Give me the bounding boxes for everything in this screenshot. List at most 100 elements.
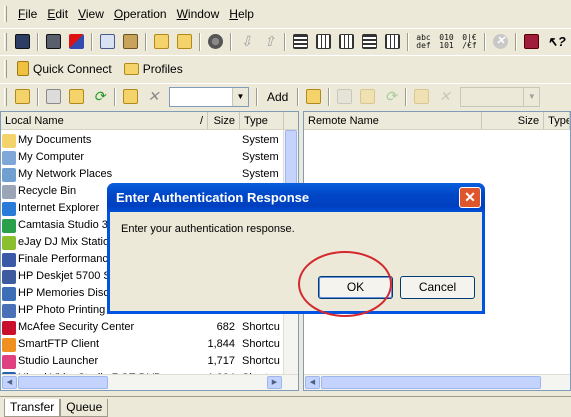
local-size-column-header[interactable]: Size — [208, 112, 240, 129]
row-name: My Computer — [18, 151, 85, 163]
remote-up-folder-button[interactable] — [302, 86, 325, 108]
remote-type-column-header[interactable]: Type — [544, 112, 570, 129]
ok-button[interactable]: OK — [318, 276, 393, 299]
local-delete-button[interactable]: ✕ — [142, 86, 165, 108]
local-refresh-button[interactable]: ⟳ — [88, 86, 111, 108]
remote-horizontal-scrollbar[interactable]: ◀ — [304, 374, 570, 390]
ascii-mode-button[interactable]: abc def — [412, 31, 435, 53]
details-view-button[interactable] — [358, 31, 381, 53]
arrow-up-icon: ⇧ — [263, 33, 276, 49]
gear-icon — [208, 34, 223, 49]
home-icon — [46, 89, 61, 104]
file-icon — [2, 286, 16, 301]
save-button[interactable] — [11, 31, 34, 53]
file-icon — [2, 235, 16, 250]
toolbar-separator — [91, 32, 93, 51]
tab-transfer[interactable]: Transfer — [4, 399, 61, 417]
remote-name-column-header[interactable]: Remote Name — [304, 112, 482, 129]
row-type: System — [242, 151, 279, 163]
local-horizontal-scrollbar[interactable]: ◀ ▶ — [1, 374, 298, 390]
toolbar-grip — [4, 59, 7, 78]
scroll-thumb[interactable] — [18, 376, 108, 389]
cut-button[interactable] — [65, 31, 88, 53]
local-folder-button[interactable] — [65, 86, 88, 108]
toolbar-separator — [37, 87, 39, 106]
disk-button[interactable] — [42, 31, 65, 53]
menu-edit[interactable]: Edit — [42, 5, 73, 23]
profiles-button[interactable]: Profiles — [118, 58, 189, 80]
download-button[interactable]: ⇩ — [235, 31, 258, 53]
menu-view[interactable]: View — [73, 5, 109, 23]
table-row[interactable]: My Network Places System — [1, 166, 287, 183]
list-view-button[interactable] — [381, 31, 404, 53]
settings-button[interactable] — [204, 31, 227, 53]
file-icon — [2, 201, 16, 216]
new-folder-icon — [123, 89, 138, 104]
file-icon — [2, 218, 16, 233]
tree-view-button[interactable] — [335, 31, 358, 53]
local-path-dropdown[interactable]: ▼ — [169, 86, 249, 107]
book-icon — [524, 34, 539, 49]
menu-operation[interactable]: Operation — [109, 5, 172, 23]
close-button[interactable]: ✕ — [459, 187, 481, 208]
row-name-cell: SmartFTP Client — [1, 336, 207, 353]
binary-mode-button[interactable]: 010 101 — [435, 31, 458, 53]
paste-icon — [123, 34, 138, 49]
copy-button[interactable] — [96, 31, 119, 53]
new-folder-icon — [414, 89, 430, 104]
table-row[interactable]: My Documents System — [1, 132, 287, 149]
list-view-icon — [385, 34, 400, 49]
local-home-button[interactable] — [42, 86, 65, 108]
row-name: eJay DJ Mix Station — [18, 236, 116, 248]
remote-path-dropdown[interactable]: ▼ — [460, 86, 541, 107]
small-icons-icon — [316, 34, 331, 49]
upload-button[interactable]: ⇧ — [258, 31, 281, 53]
menu-window[interactable]: Window — [172, 5, 225, 23]
remote-refresh-button[interactable]: ⟳ — [379, 86, 402, 108]
remote-home-button[interactable] — [333, 86, 356, 108]
quick-connect-button[interactable]: Quick Connect — [11, 58, 118, 80]
local-type-column-header[interactable]: Type — [240, 112, 284, 129]
large-icons-button[interactable] — [289, 31, 312, 53]
edit-folder-button[interactable] — [173, 31, 196, 53]
local-new-folder-button[interactable] — [119, 86, 142, 108]
menu-bar: File Edit View Operation Window Help — [0, 4, 571, 24]
dialog-title-bar[interactable]: Enter Authentication Response ✕ — [107, 183, 485, 212]
scroll-left-button[interactable]: ◀ — [2, 376, 17, 389]
remote-folder-button[interactable] — [356, 86, 379, 108]
small-icons-button[interactable] — [312, 31, 335, 53]
file-icon — [2, 320, 16, 335]
cancel-button[interactable]: Cancel — [400, 276, 475, 299]
menu-help[interactable]: Help — [224, 5, 259, 23]
toolbar-separator — [407, 32, 409, 51]
scroll-right-button[interactable]: ▶ — [267, 376, 282, 389]
auto-mode-button[interactable]: 0|€ /€f — [458, 31, 481, 53]
sort-indicator: / — [199, 115, 203, 127]
scroll-left-button[interactable]: ◀ — [305, 376, 320, 389]
local-up-folder-button[interactable] — [11, 86, 34, 108]
table-row[interactable]: McAfee Security Center 682 Shortcu — [1, 319, 287, 336]
row-name-cell: My Network Places — [1, 166, 207, 183]
table-row[interactable]: SmartFTP Client 1,844 Shortcu — [1, 336, 287, 353]
row-name: SmartFTP Client — [18, 338, 100, 350]
row-name: My Documents — [18, 134, 92, 146]
remote-delete-button[interactable]: ✕ — [433, 86, 456, 108]
stop-button[interactable]: ✕ — [489, 31, 512, 53]
menu-file[interactable]: File — [13, 5, 42, 23]
paste-button[interactable] — [119, 31, 142, 53]
new-folder-button[interactable] — [150, 31, 173, 53]
book-button[interactable] — [520, 31, 543, 53]
remote-new-folder-button[interactable] — [410, 86, 433, 108]
table-row[interactable]: My Computer System — [1, 149, 287, 166]
help-button[interactable]: ↖? — [543, 31, 566, 53]
dialog-title: Enter Authentication Response — [116, 190, 310, 205]
row-name: Recycle Bin — [18, 185, 77, 197]
scroll-thumb[interactable] — [285, 130, 297, 190]
tab-queue[interactable]: Queue — [60, 399, 109, 417]
scroll-thumb[interactable] — [321, 376, 541, 389]
toolbar-separator — [230, 32, 232, 51]
local-name-column-header[interactable]: Local Name / — [1, 112, 208, 129]
remote-size-column-header[interactable]: Size — [482, 112, 545, 129]
add-button[interactable]: Add — [261, 90, 294, 104]
table-row[interactable]: Studio Launcher 1,717 Shortcu — [1, 353, 287, 370]
